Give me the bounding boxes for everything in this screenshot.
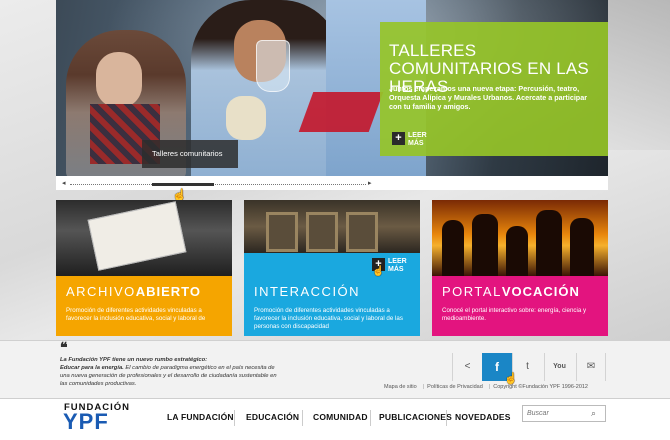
card-image — [432, 200, 608, 276]
privacy-link[interactable]: Políticas de Privacidad — [427, 384, 483, 390]
photo-silhouette — [472, 214, 498, 276]
nav-novedades[interactable]: NOVEDADES — [455, 404, 511, 430]
nav-la-fundacion[interactable]: LA FUNDACIÓN — [167, 404, 234, 430]
nav-divider — [370, 410, 371, 426]
hero-leer-mas-link[interactable]: + LEER MÁS — [392, 132, 442, 150]
card-band: ARCHIVOABIERTO Promoción de diferentes a… — [56, 276, 232, 336]
quote-body: Educar para la energía. El cambio de par… — [60, 365, 277, 387]
card-description: Promoción de diferentes actividades vinc… — [66, 307, 206, 322]
photo-face — [96, 52, 142, 108]
hero-photo[interactable]: TALLERES COMUNITARIOS EN LAS HERAS Junto… — [56, 0, 608, 176]
search-input[interactable] — [527, 407, 587, 420]
nav-educacion[interactable]: EDUCACIÓN — [246, 404, 299, 430]
slider-timeline[interactable]: ◂ ▸ — [62, 180, 374, 188]
photo-frame — [266, 212, 298, 252]
card-portal-vocacion[interactable]: PORTALVOCACIÓN Conocé el portal interact… — [432, 200, 608, 336]
timeline-track — [70, 184, 366, 185]
nav-divider — [302, 410, 303, 426]
plus-icon: + — [392, 132, 405, 145]
nav-publicaciones[interactable]: PUBLICACIONES — [379, 404, 452, 430]
card-image: + LEER MÁS — [244, 200, 420, 276]
card-interaccion[interactable]: + LEER MÁS INTERACCIÓN Promoción de dife… — [244, 200, 420, 336]
card-archivo-abierto[interactable]: ARCHIVOABIERTO Promoción de diferentes a… — [56, 200, 232, 336]
card-image — [56, 200, 232, 276]
photo-flask — [256, 40, 290, 92]
photo-silhouette — [506, 226, 528, 276]
card-title: INTERACCIÓN — [254, 284, 361, 299]
card-band: PORTALVOCACIÓN Conocé el portal interact… — [432, 276, 608, 336]
nav-divider — [446, 410, 447, 426]
hand-cursor-icon: ☝ — [372, 266, 385, 277]
photo-document — [87, 201, 187, 271]
mail-icon[interactable]: ✉ — [576, 353, 606, 381]
photo-frame — [346, 212, 378, 252]
photo-silhouette — [442, 220, 464, 276]
strategy-quote: La Fundación YPF tiene un nuevo rumbo es… — [60, 356, 280, 388]
divider: | — [422, 384, 425, 390]
leer-mas-label: LEER MÁS — [388, 258, 407, 273]
quote-icon: ❝ — [60, 339, 68, 355]
youtube-icon[interactable]: You — [544, 353, 574, 381]
photo-glove — [226, 96, 266, 140]
photo-frame — [306, 212, 338, 252]
hero-info-panel: TALLERES COMUNITARIOS EN LAS HERAS Junto… — [380, 22, 608, 156]
card-title: PORTALVOCACIÓN — [442, 284, 580, 299]
photo-silhouette — [536, 210, 562, 276]
footer-links: Mapa de sitio | Políticas de Privacidad | Co… — [384, 384, 606, 390]
card-band: INTERACCIÓN Promoción de diferentes acti… — [244, 276, 420, 336]
nav-comunidad[interactable]: COMUNIDAD — [313, 404, 368, 430]
search-icon[interactable]: ⌕ — [591, 408, 601, 418]
divider: | — [488, 384, 491, 390]
sitemap-link[interactable]: Mapa de sitio — [384, 384, 417, 390]
copyright-text: Copyright ©Fundación YPF 1996-2012 — [493, 384, 588, 390]
slide-caption: Talleres comunitarios — [142, 140, 238, 168]
quote-line1: La Fundación YPF tiene un nuevo rumbo es… — [60, 357, 208, 363]
card-title: ARCHIVOABIERTO — [66, 284, 201, 299]
photo-red-object — [298, 92, 384, 132]
timeline-handle[interactable] — [152, 183, 214, 186]
photo-silhouette — [570, 218, 594, 276]
logo-ypf[interactable]: YPF — [63, 411, 109, 433]
leer-mas-label: LEER MÁS — [408, 132, 427, 147]
card-description: Conocé el portal interactivo sobre: ener… — [442, 307, 587, 322]
share-icon[interactable]: < — [452, 353, 482, 381]
nav-divider — [234, 410, 235, 426]
chevron-left-icon[interactable]: ◂ — [62, 180, 66, 188]
card-description: Promoción de diferentes actividades vinc… — [254, 307, 403, 330]
hero-slider: TALLERES COMUNITARIOS EN LAS HERAS Junto… — [56, 0, 608, 190]
hero-description: Juntos empezamos una nueva etapa: Percus… — [389, 84, 587, 111]
chevron-right-icon[interactable]: ▸ — [368, 180, 372, 188]
search-box: ⌕ — [522, 405, 606, 422]
